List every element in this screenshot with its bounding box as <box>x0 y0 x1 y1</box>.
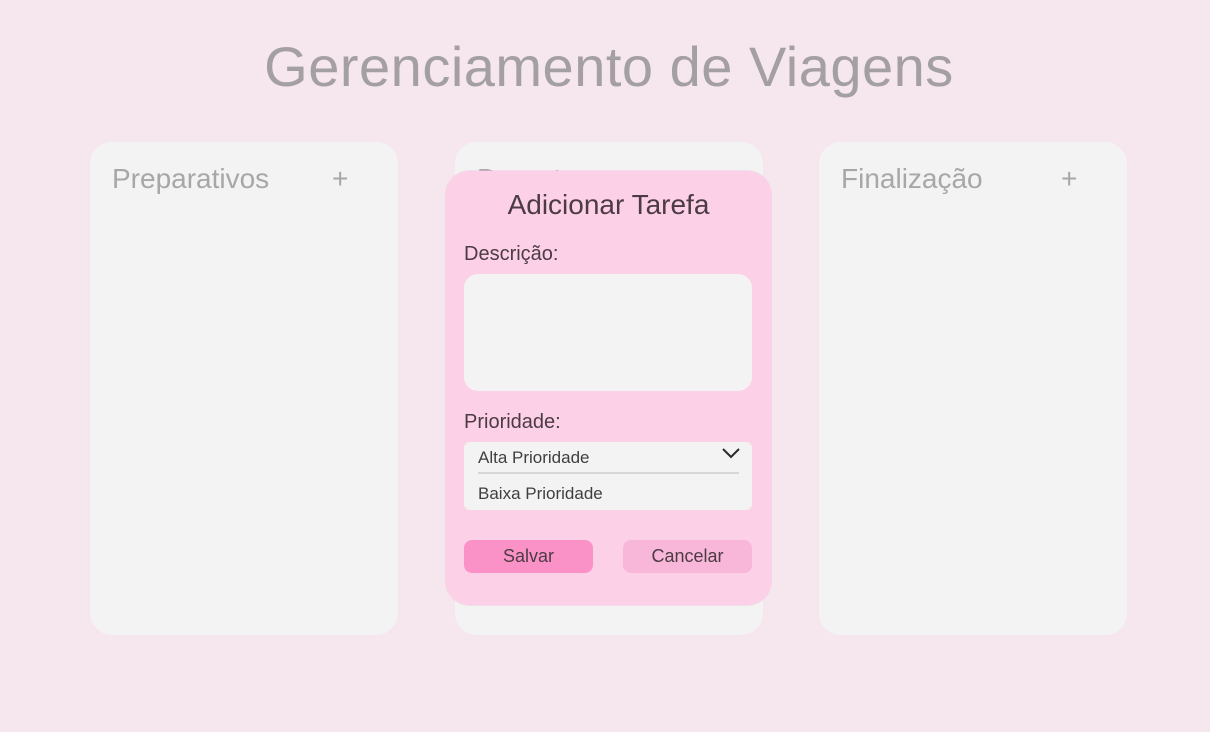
column-title: Preparativos <box>112 163 270 194</box>
page-title: Gerenciamento de Viagens <box>264 35 954 98</box>
add-task-button[interactable]: + <box>1061 163 1077 195</box>
priority-option-low[interactable]: Baixa Prioridade <box>478 484 603 504</box>
save-button[interactable]: Salvar <box>464 540 593 573</box>
description-label: Descrição: <box>464 243 559 265</box>
column-preparativos: Preparativos + <box>90 142 398 635</box>
priority-selected-option[interactable]: Alta Prioridade <box>478 442 741 474</box>
priority-label: Prioridade: <box>464 411 561 433</box>
modal-title: Adicionar Tarefa <box>507 189 710 220</box>
column-finalizacao: Finalização + <box>819 142 1127 635</box>
priority-selected-label: Alta Prioridade <box>478 448 590 467</box>
chevron-down-icon[interactable] <box>721 446 741 460</box>
description-input[interactable] <box>464 274 752 391</box>
priority-select[interactable]: Alta Prioridade Baixa Prioridade <box>464 442 752 510</box>
cancel-button[interactable]: Cancelar <box>623 540 752 573</box>
add-task-modal: Adicionar Tarefa Descrição: Prioridade: … <box>446 171 771 605</box>
column-title: Finalização <box>841 163 983 194</box>
add-task-button[interactable]: + <box>332 163 348 195</box>
